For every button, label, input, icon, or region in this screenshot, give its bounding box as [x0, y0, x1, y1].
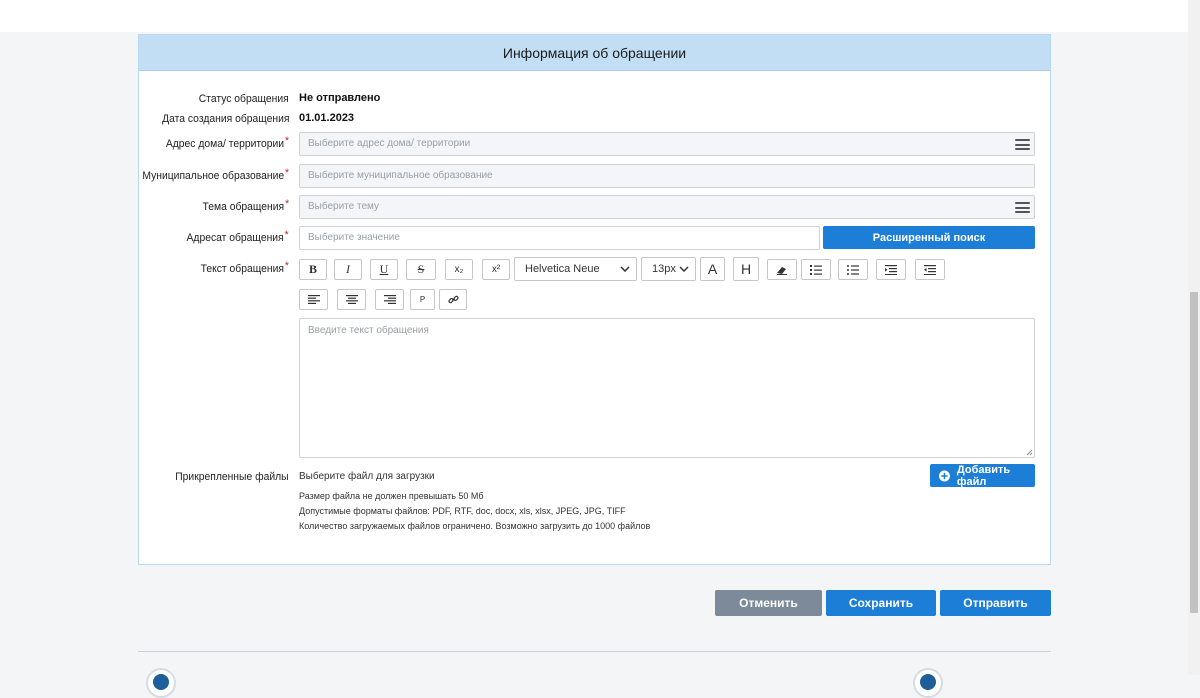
- eraser-icon: [777, 266, 787, 275]
- italic-button[interactable]: I: [334, 259, 362, 280]
- indent-button[interactable]: [876, 259, 906, 280]
- align-center-button[interactable]: [337, 289, 366, 310]
- resize-handle-icon[interactable]: [1026, 449, 1033, 456]
- align-left-button[interactable]: [299, 289, 328, 310]
- bullet-list-button[interactable]: [838, 259, 868, 280]
- indent-icon: [885, 264, 897, 275]
- font-family-value: Helvetica Neue: [525, 263, 600, 275]
- strikethrough-button[interactable]: S: [406, 259, 436, 280]
- link-icon: [447, 295, 459, 304]
- municipality-label: Муниципальное образование*: [142, 167, 289, 182]
- appeal-text-area[interactable]: Введите текст обращения: [299, 318, 1035, 458]
- bullet-list-icon: [847, 264, 859, 275]
- files-label: Прикрепленные файлы: [175, 471, 289, 483]
- ordered-list-icon: [810, 264, 822, 275]
- font-size-select[interactable]: 13px: [641, 257, 696, 281]
- send-button[interactable]: Отправить: [940, 590, 1051, 616]
- align-right-icon: [383, 295, 396, 304]
- save-button[interactable]: Сохранить: [826, 590, 936, 616]
- chevron-down-icon: [620, 266, 630, 272]
- advanced-search-button[interactable]: Расширенный поиск: [823, 226, 1035, 249]
- text-label: Текст обращения*: [200, 260, 289, 275]
- municipality-select[interactable]: Выберите муниципальное образование: [299, 164, 1035, 188]
- subscript-button[interactable]: x₂: [445, 259, 473, 280]
- address-placeholder: Выберите адрес дома/ территории: [308, 138, 471, 149]
- chevron-down-icon: [679, 266, 689, 272]
- footer-divider: [138, 651, 1051, 652]
- size-note: Размер файла не должен превышать 50 Мб: [299, 491, 484, 501]
- plus-circle-icon: [939, 470, 950, 481]
- eraser-button[interactable]: [767, 259, 797, 280]
- list-menu-icon[interactable]: [1015, 139, 1030, 150]
- required-mark: *: [284, 229, 289, 241]
- footer-logo-icon: [146, 668, 176, 698]
- date-label: Дата создания обращения: [161, 113, 289, 125]
- list-menu-icon[interactable]: [1015, 202, 1030, 213]
- underline-button[interactable]: U: [370, 259, 398, 280]
- status-label: Статус обращения: [199, 93, 289, 105]
- paragraph-button[interactable]: P: [410, 289, 435, 310]
- page-top-area: [0, 0, 1188, 32]
- addressee-label: Адресат обращения*: [186, 229, 289, 244]
- addressee-input[interactable]: Выберите значение: [299, 226, 820, 250]
- outdent-button[interactable]: [915, 259, 945, 280]
- address-label: Адрес дома/ территории*: [165, 135, 289, 150]
- ordered-list-button[interactable]: [801, 259, 831, 280]
- panel-header: Информация об обращении: [139, 35, 1050, 71]
- required-mark: *: [284, 260, 289, 272]
- choose-file-text: Выберите файл для загрузки: [299, 471, 435, 482]
- outdent-icon: [924, 264, 936, 275]
- topic-select[interactable]: Выберите тему: [299, 195, 1035, 219]
- cancel-button[interactable]: Отменить: [715, 590, 822, 616]
- topic-label: Тема обращения*: [202, 198, 289, 213]
- date-value: 01.01.2023: [299, 112, 355, 124]
- highlight-button[interactable]: H: [733, 257, 759, 281]
- panel-title: Информация об обращении: [502, 44, 687, 61]
- bold-button[interactable]: B: [299, 259, 327, 280]
- formats-note: Допустимые форматы файлов: PDF, RTF, doc…: [299, 506, 626, 516]
- status-value: Не отправлено: [299, 92, 381, 104]
- address-select[interactable]: Выберите адрес дома/ территории: [299, 132, 1035, 156]
- font-color-button[interactable]: A: [700, 257, 725, 281]
- required-mark: *: [284, 135, 289, 147]
- required-mark: *: [284, 167, 289, 179]
- font-size-value: 13px: [652, 263, 676, 275]
- appeal-info-panel: Информация об обращении Статус обращения…: [138, 34, 1051, 565]
- align-center-icon: [345, 295, 358, 304]
- municipality-placeholder: Выберите муниципальное образование: [308, 170, 493, 181]
- add-file-button[interactable]: Добавить файл: [930, 463, 1035, 488]
- addressee-placeholder: Выберите значение: [308, 232, 400, 243]
- page-scrollbar[interactable]: [1188, 0, 1200, 675]
- scrollbar-thumb[interactable]: [1190, 292, 1198, 613]
- link-button[interactable]: [439, 289, 467, 310]
- text-placeholder: Введите текст обращения: [308, 325, 429, 336]
- count-note: Количество загружаемых файлов ограничено…: [299, 521, 651, 531]
- font-family-select[interactable]: Helvetica Neue: [514, 257, 637, 281]
- align-right-button[interactable]: [375, 289, 404, 310]
- superscript-button[interactable]: x²: [482, 259, 510, 280]
- footer-logo-icon: [913, 668, 943, 698]
- topic-placeholder: Выберите тему: [308, 201, 380, 212]
- required-mark: *: [284, 198, 289, 210]
- add-file-label: Добавить файл: [956, 463, 1011, 488]
- align-left-icon: [307, 295, 320, 304]
